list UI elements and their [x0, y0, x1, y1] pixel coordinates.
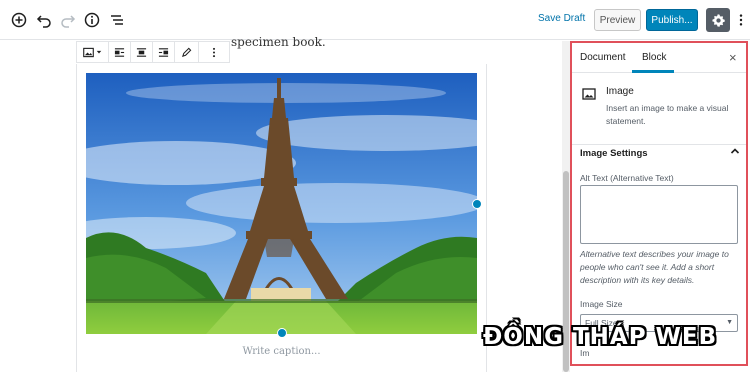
block-toolbar	[76, 41, 230, 63]
select-arrow-icon: ▼	[726, 319, 733, 326]
editor-canvas: specimen book. Write caption...	[0, 35, 562, 372]
settings-button[interactable]	[706, 8, 730, 32]
alt-text-help: Alternative text describes your image to…	[580, 249, 729, 285]
undo-icon[interactable]	[34, 10, 54, 30]
settings-sidebar: Document Block × Image Insert an image t…	[570, 41, 748, 366]
gear-icon	[711, 13, 725, 27]
save-draft-link[interactable]: Save Draft	[538, 13, 585, 24]
align-center-icon[interactable]	[131, 42, 153, 62]
alt-text-label: Alt Text (Alternative Text)	[580, 173, 674, 183]
paragraph-block[interactable]: specimen book.	[231, 35, 326, 49]
active-tab-indicator	[632, 70, 674, 73]
redo-icon[interactable]	[58, 10, 78, 30]
edit-pencil-icon[interactable]	[175, 42, 199, 62]
add-block-icon[interactable]	[9, 10, 29, 30]
editor-scrollbar[interactable]	[562, 41, 570, 372]
resize-handle-bottom[interactable]	[277, 328, 287, 338]
block-navigation-icon[interactable]	[107, 10, 127, 30]
resize-handle-right[interactable]	[472, 199, 482, 209]
block-more-options-icon[interactable]	[199, 42, 229, 62]
align-left-icon[interactable]	[109, 42, 131, 62]
watermark: ĐỒNG THÁP WEB	[483, 324, 718, 350]
preview-button[interactable]: Preview	[594, 9, 641, 31]
block-card: Image Insert an image to make a visual s…	[572, 74, 746, 145]
image-size-label: Image Size	[580, 299, 623, 309]
alt-text-field[interactable]	[580, 185, 738, 244]
publish-button[interactable]: Publish...	[646, 9, 698, 31]
sidebar-tabs: Document Block ×	[572, 43, 746, 73]
image-icon	[582, 88, 596, 100]
close-icon[interactable]: ×	[729, 50, 737, 65]
block-card-title: Image	[606, 86, 634, 97]
image-settings-panel-title[interactable]: Image Settings	[580, 148, 648, 159]
info-icon[interactable]	[82, 10, 102, 30]
block-card-description: Insert an image to make a visual stateme…	[606, 103, 729, 126]
editor-top-toolbar: Save Draft Preview Publish...	[0, 0, 750, 40]
chevron-up-icon[interactable]	[730, 146, 740, 159]
eiffel-tower-image[interactable]	[86, 73, 477, 334]
align-right-icon[interactable]	[153, 42, 175, 62]
change-block-type-button[interactable]	[77, 42, 109, 62]
caption-input[interactable]: Write caption...	[86, 346, 477, 357]
tab-block[interactable]: Block	[642, 52, 666, 63]
tab-document[interactable]: Document	[580, 52, 626, 63]
caret-down-icon	[96, 50, 102, 54]
more-options-icon[interactable]	[734, 10, 748, 30]
image-icon	[83, 47, 94, 57]
